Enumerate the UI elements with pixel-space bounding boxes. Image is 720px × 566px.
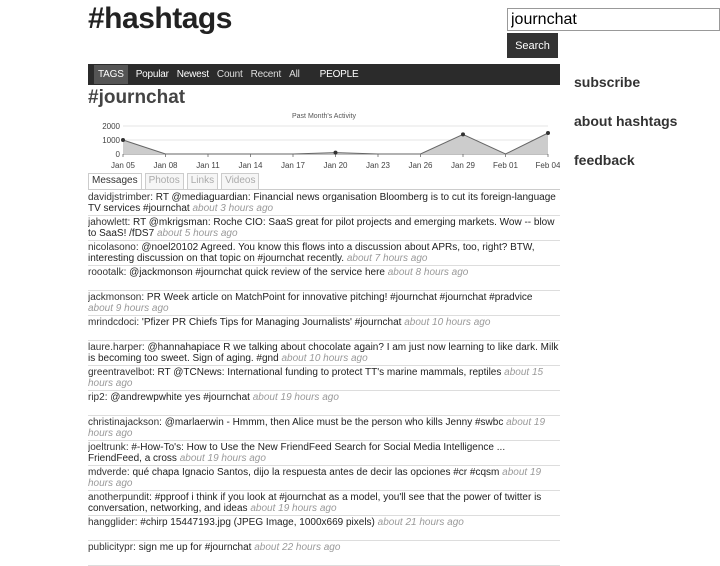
message-list: davidjstrimber: RT @mediaguardian: Finan… xyxy=(88,191,560,566)
x-tick-label: Jan 05 xyxy=(111,161,136,170)
nav-recent[interactable]: Recent xyxy=(251,69,282,80)
y-tick-label: 1000 xyxy=(102,136,120,145)
message-user[interactable]: jackmonson xyxy=(88,292,141,303)
list-item[interactable]: jahowlett: RT @mkrigsman: Roche CIO: Saa… xyxy=(88,216,560,241)
list-item[interactable]: hangglider: #chirp 15447193.jpg (JPEG Im… xyxy=(88,516,560,541)
message-user[interactable]: christinajackson xyxy=(88,417,159,428)
nav-count[interactable]: Count xyxy=(217,69,243,80)
message-user[interactable]: mrindcdoci xyxy=(88,317,136,328)
data-point xyxy=(461,132,465,137)
x-tick-label: Jan 08 xyxy=(153,161,178,170)
message-time[interactable]: about 10 hours ago xyxy=(404,317,490,328)
message-user[interactable]: hangglider xyxy=(88,517,135,528)
list-item[interactable]: joeltrunk: #-How-To's: How to Use the Ne… xyxy=(88,441,560,466)
message-time[interactable]: about 19 hours ago xyxy=(180,453,266,464)
message-user[interactable]: anotherpundit xyxy=(88,492,149,503)
y-tick-label: 0 xyxy=(116,150,121,159)
list-item[interactable]: davidjstrimber: RT @mediaguardian: Finan… xyxy=(88,191,560,216)
message-text: : qué chapa Ignacio Santos, dijo la resp… xyxy=(126,467,500,478)
message-text: : RT @mediaguardian: Financial news orga… xyxy=(88,192,556,214)
x-tick-label: Jan 14 xyxy=(238,161,263,170)
list-item[interactable]: christinajackson: @marlaerwin - Hmmm, th… xyxy=(88,416,560,441)
message-user[interactable]: laure.harper xyxy=(88,342,142,353)
message-time[interactable]: about 19 hours ago xyxy=(253,392,339,403)
message-time[interactable]: about 3 hours ago xyxy=(193,203,274,214)
x-tick-label: Jan 23 xyxy=(366,161,391,170)
message-user[interactable]: publicitypr xyxy=(88,542,133,553)
message-text: : @marlaerwin - Hmmm, then Alice must be… xyxy=(159,417,504,428)
search-input[interactable] xyxy=(507,8,720,31)
page-title: #journchat xyxy=(88,87,186,108)
message-user[interactable]: jahowlett xyxy=(88,217,127,228)
message-user[interactable]: davidjstrimber xyxy=(88,192,150,203)
chart-title: Past Month's Activity xyxy=(292,113,356,120)
message-text: : @jackmonson #journchat quick review of… xyxy=(123,267,385,278)
message-text: : sign me up for #journchat xyxy=(133,542,252,553)
about-hashtags-link[interactable]: about hashtags xyxy=(574,113,677,129)
message-user[interactable]: mdverde xyxy=(88,467,127,478)
message-user[interactable]: roootalk xyxy=(88,267,124,278)
message-text: : #-How-To's: How to Use the New FriendF… xyxy=(88,442,506,464)
search-button[interactable]: Search xyxy=(507,33,558,58)
list-item[interactable]: jackmonson: PR Week article on MatchPoin… xyxy=(88,291,560,316)
tab-videos[interactable]: Videos xyxy=(221,173,260,189)
message-user[interactable]: joeltrunk xyxy=(88,442,126,453)
message-time[interactable]: about 10 hours ago xyxy=(281,353,367,364)
message-time[interactable]: about 5 hours ago xyxy=(157,228,238,239)
nav-people[interactable]: PEOPLE xyxy=(320,69,359,80)
nav-newest[interactable]: Newest xyxy=(177,69,209,80)
list-item[interactable]: rip2: @andrewpwhite yes #journchat about… xyxy=(88,391,560,416)
message-user[interactable]: rip2 xyxy=(88,392,105,403)
x-tick-label: Jan 11 xyxy=(196,161,220,170)
nav-tags[interactable]: TAGS xyxy=(94,65,128,84)
list-item[interactable]: laure.harper: @hannahapiace R we talking… xyxy=(88,341,560,366)
list-item[interactable]: publicitypr: sign me up for #journchat a… xyxy=(88,541,560,566)
activity-chart: Past Month's Activity 2000 1000 0 Jan 05 Ja… xyxy=(102,113,560,170)
message-text: : @noel20102 Agreed. You know this flows… xyxy=(88,242,535,264)
message-time[interactable]: about 19 hours ago xyxy=(250,503,336,514)
x-tick-label: Jan 26 xyxy=(408,161,433,170)
data-point xyxy=(546,131,550,135)
nav-all[interactable]: All xyxy=(289,69,300,80)
message-time[interactable]: about 7 hours ago xyxy=(347,253,428,264)
message-time[interactable]: about 22 hours ago xyxy=(254,542,340,553)
nav-bar: TAGS Popular Newest Count Recent All PEO… xyxy=(88,64,560,85)
content-tabs: Messages Photos Links Videos xyxy=(88,173,560,190)
x-tick-label: Feb 04 xyxy=(536,161,560,170)
y-tick-label: 2000 xyxy=(102,122,120,131)
list-item[interactable]: anotherpundit: #pproof i think if you lo… xyxy=(88,491,560,516)
message-text: : 'Pfizer PR Chiefs Tips for Managing Jo… xyxy=(136,317,402,328)
feedback-link[interactable]: feedback xyxy=(574,152,635,168)
x-tick-label: Jan 20 xyxy=(323,161,348,170)
subscribe-link[interactable]: subscribe xyxy=(574,74,640,90)
message-time[interactable]: about 21 hours ago xyxy=(378,517,464,528)
site-logo[interactable]: #hashtags xyxy=(88,2,232,36)
tab-photos[interactable]: Photos xyxy=(144,173,184,189)
message-time[interactable]: about 8 hours ago xyxy=(388,267,469,278)
message-text: : #chirp 15447193.jpg (JPEG Image, 1000x… xyxy=(134,517,375,528)
list-item[interactable]: greentravelbot: RT @TCNews: Internationa… xyxy=(88,366,560,391)
list-item[interactable]: roootalk: @jackmonson #journchat quick r… xyxy=(88,266,560,291)
x-tick-label: Jan 17 xyxy=(281,161,306,170)
data-point xyxy=(121,138,125,142)
message-user[interactable]: greentravelbot xyxy=(88,367,152,378)
list-item[interactable]: nicolasono: @noel20102 Agreed. You know … xyxy=(88,241,560,266)
data-point xyxy=(333,150,338,155)
list-item[interactable]: mdverde: qué chapa Ignacio Santos, dijo … xyxy=(88,466,560,491)
message-text: : PR Week article on MatchPoint for inno… xyxy=(141,292,533,303)
nav-popular[interactable]: Popular xyxy=(136,69,169,80)
message-text: : RT @TCNews: International funding to p… xyxy=(151,367,502,378)
message-text: : @andrewpwhite yes #journchat xyxy=(104,392,250,403)
message-user[interactable]: nicolasono xyxy=(88,242,136,253)
message-time[interactable]: about 9 hours ago xyxy=(88,303,169,314)
list-item[interactable]: mrindcdoci: 'Pfizer PR Chiefs Tips for M… xyxy=(88,316,560,341)
tab-links[interactable]: Links xyxy=(186,173,219,189)
tab-messages[interactable]: Messages xyxy=(88,173,142,189)
x-tick-label: Jan 29 xyxy=(451,161,476,170)
x-tick-label: Feb 01 xyxy=(493,161,518,170)
